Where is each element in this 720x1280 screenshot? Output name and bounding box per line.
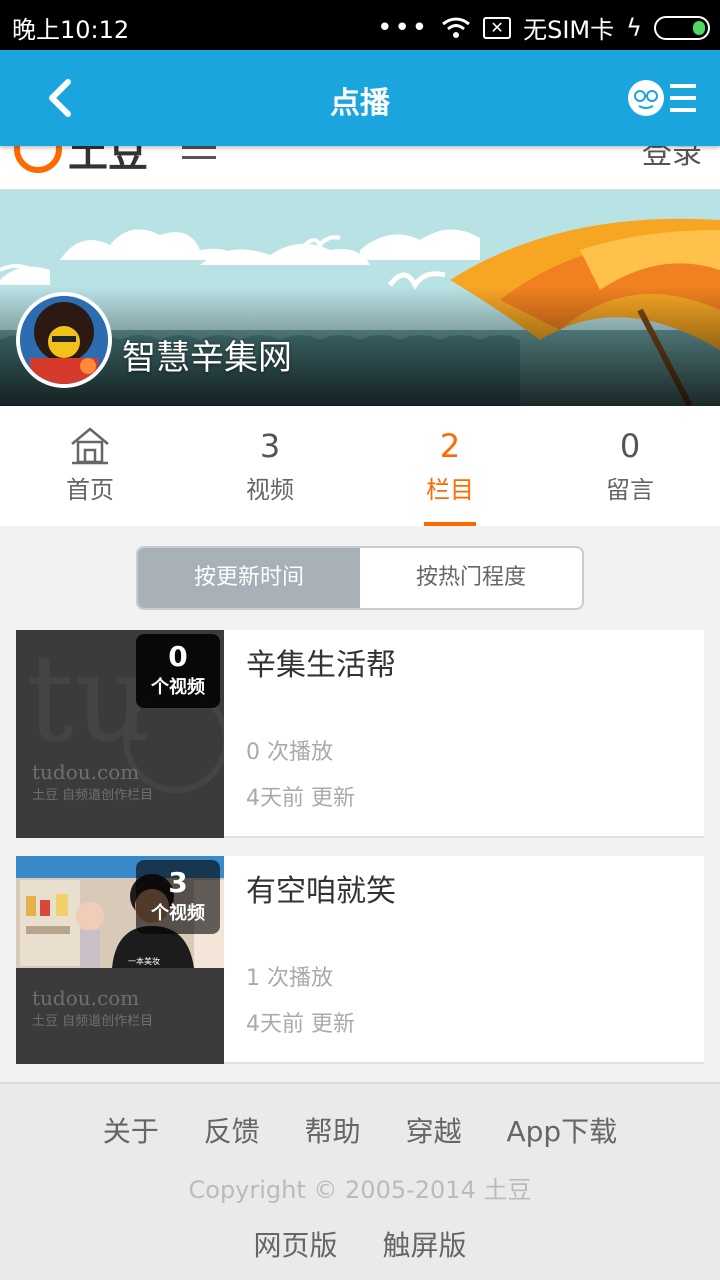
footer-link-about[interactable]: 关于: [103, 1115, 159, 1148]
status-time: 晚上10:12: [12, 16, 130, 44]
channel-name: 智慧辛集网: [122, 338, 292, 378]
tudou-logo[interactable]: 土豆: [14, 146, 148, 178]
video-count: 3: [168, 866, 188, 899]
watermark-brand: tudou.com: [32, 986, 140, 1010]
playlist-updated: 4天前 更新: [246, 786, 355, 811]
sort-toggle: 按更新时间 按热门程度: [136, 546, 584, 610]
avatar-image: [20, 296, 108, 384]
profile-menu-icon[interactable]: [626, 76, 698, 120]
footer-link-travel[interactable]: 穿越: [406, 1115, 462, 1148]
charging-icon: ϟ: [626, 13, 642, 42]
playlist-thumbnail[interactable]: tu tudou.com 土豆 自频道创作栏目 0 个视频: [16, 630, 224, 838]
svg-text:tu: tu: [26, 630, 152, 769]
web-version-link[interactable]: 网页版: [254, 1229, 338, 1262]
no-sim-icon: ✕: [483, 16, 512, 39]
watermark-caption: 土豆 自频道创作栏目: [32, 788, 154, 803]
sort-by-popularity-button[interactable]: 按热门程度: [360, 548, 582, 608]
playlist-thumbnail[interactable]: 一本美妆 tudou.com 土豆 自频道创作栏目 3 个视频: [16, 856, 224, 1064]
svg-text:一本美妆: 一本美妆: [128, 956, 160, 966]
playlist-title[interactable]: 有空咱就笑: [246, 866, 396, 910]
tab-home-label: 首页: [66, 476, 114, 504]
tab-columns[interactable]: 2 栏目: [360, 406, 540, 526]
tab-comments-label: 留言: [606, 476, 654, 504]
status-icons: ••• ✕ 无SIM卡 ϟ: [377, 10, 710, 45]
watermark-brand: tudou.com: [32, 760, 140, 784]
tab-comments-count: 0: [619, 427, 641, 465]
tab-columns-label: 栏目: [426, 476, 474, 504]
video-count: 0: [168, 640, 188, 673]
copyright: Copyright © 2005-2014 土豆: [188, 1176, 532, 1204]
channel-tabs: 首页 3 视频 2 栏目 0 留言: [0, 406, 720, 526]
login-link[interactable]: 登录: [642, 146, 702, 172]
footer-link-help[interactable]: 帮助: [305, 1115, 361, 1148]
sort-by-update-button[interactable]: 按更新时间: [138, 548, 360, 608]
video-count-badge: 0 个视频: [136, 634, 220, 708]
playlist-plays: 1 次播放: [246, 966, 333, 991]
tudou-logo-icon: [14, 146, 62, 173]
version-links: 网页版 触屏版: [0, 1224, 720, 1264]
banner-illustration: [0, 190, 720, 406]
tab-videos-label: 视频: [246, 476, 294, 504]
site-header: 土豆 登录: [0, 146, 720, 190]
site-menu-icon[interactable]: [182, 146, 216, 160]
tab-comments[interactable]: 0 留言: [540, 406, 720, 526]
sim-status-text: 无SIM卡: [523, 16, 615, 44]
touch-version-link[interactable]: 触屏版: [382, 1229, 466, 1262]
video-count-unit: 个视频: [151, 677, 205, 698]
home-icon: [71, 427, 109, 465]
playlist-updated: 4天前 更新: [246, 1012, 355, 1037]
playlist-item[interactable]: tu tudou.com 土豆 自频道创作栏目 0 个视频 辛集生活帮 0 次播…: [16, 630, 704, 838]
battery-icon: [654, 15, 710, 40]
footer-link-feedback[interactable]: 反馈: [204, 1115, 260, 1148]
video-count-unit: 个视频: [151, 903, 205, 924]
page-footer: 关于 反馈 帮助 穿越 App下载 Copyright © 2005-2014 …: [0, 1082, 720, 1280]
app-nav-bar: 点播: [0, 50, 720, 146]
tab-videos[interactable]: 3 视频: [180, 406, 360, 526]
page-title: 点播: [330, 86, 390, 121]
playlist-item[interactable]: 一本美妆 tudou.com 土豆 自频道创作栏目 3 个视频 有空咱就笑 1 …: [16, 856, 704, 1064]
channel-banner: 智慧辛集网: [0, 190, 720, 406]
wifi-icon: [442, 17, 471, 38]
tab-columns-count: 2: [439, 427, 461, 465]
watermark-caption: 土豆 自频道创作栏目: [32, 1014, 154, 1029]
playlist-plays: 0 次播放: [246, 740, 333, 765]
status-bar: 晚上10:12 ••• ✕ 无SIM卡 ϟ: [0, 0, 720, 50]
tudou-logo-text: 土豆: [68, 146, 148, 176]
footer-link-app-download[interactable]: App下载: [506, 1115, 617, 1148]
more-dots-icon: •••: [377, 12, 430, 43]
tab-home[interactable]: 首页: [0, 406, 180, 526]
channel-avatar[interactable]: [16, 292, 112, 388]
footer-links: 关于 反馈 帮助 穿越 App下载: [0, 1110, 720, 1150]
tab-videos-count: 3: [259, 427, 281, 465]
video-count-badge: 3 个视频: [136, 860, 220, 934]
playlist-title[interactable]: 辛集生活帮: [246, 640, 396, 684]
